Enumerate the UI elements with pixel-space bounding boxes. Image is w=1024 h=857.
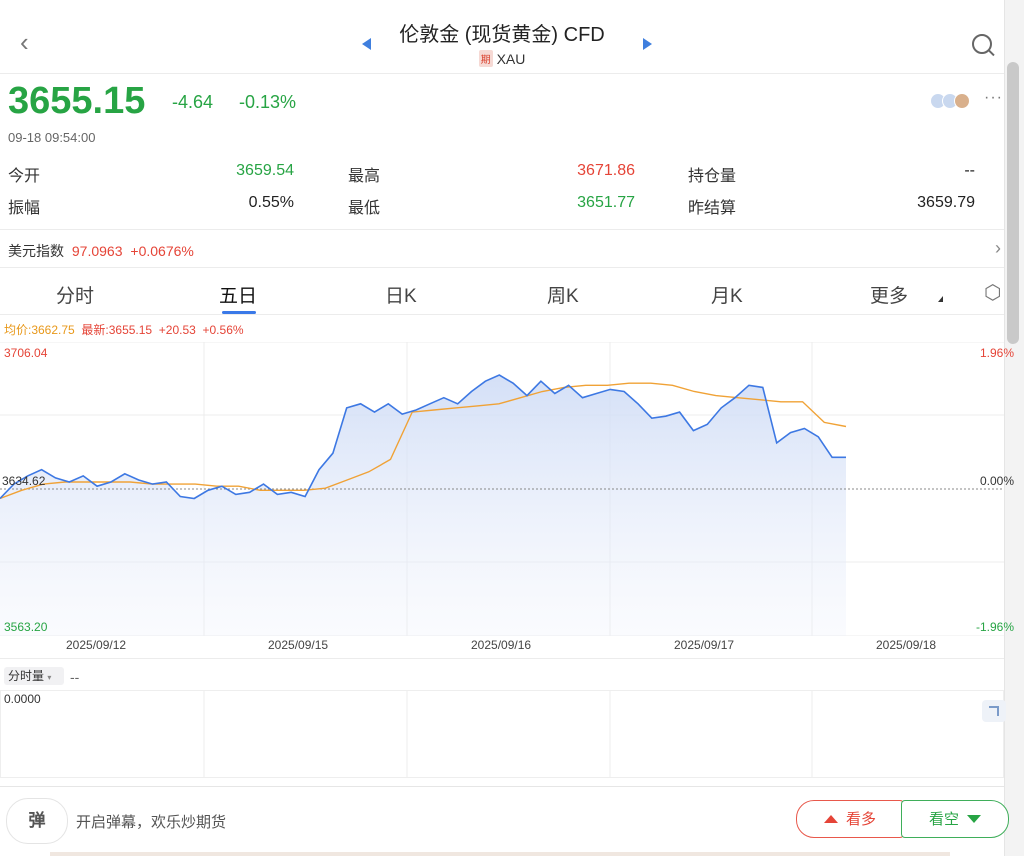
quote-time: 09-18 09:54:00 bbox=[8, 130, 96, 145]
price-chart[interactable] bbox=[0, 342, 1004, 636]
avatar-group[interactable] bbox=[930, 92, 970, 110]
latest-price: 最新:3655.15 bbox=[81, 323, 153, 337]
avatar bbox=[954, 92, 970, 109]
usd-index-row[interactable]: 美元指数 97.0963 +0.0676% bbox=[8, 241, 194, 261]
open-value: 3659.54 bbox=[236, 162, 294, 179]
tab-daily-k[interactable]: 日K bbox=[385, 281, 417, 308]
volume-label: 分时量 bbox=[8, 669, 45, 683]
low-label: 最低 bbox=[348, 200, 381, 217]
bullish-label: 看多 bbox=[845, 811, 876, 828]
instrument-symbol: XAU bbox=[496, 51, 526, 67]
divider bbox=[0, 73, 1004, 74]
usd-index-label: 美元指数 bbox=[8, 243, 64, 259]
chart-legend: 均价:3662.75 最新:3655.15 +20.53 +0.56% bbox=[4, 321, 244, 338]
y-axis-mid: 3634.62 bbox=[2, 474, 46, 488]
down-triangle-icon bbox=[967, 815, 981, 823]
x-tick-label: 2025/09/12 bbox=[66, 638, 127, 652]
dropdown-arrow-icon: ▾ bbox=[47, 673, 52, 682]
bullish-button[interactable]: 看多 bbox=[796, 800, 904, 838]
tab-more[interactable]: 更多 bbox=[870, 281, 908, 308]
x-tick-label: 2025/09/18 bbox=[876, 638, 937, 652]
volume-value-placeholder: -- bbox=[70, 669, 80, 685]
x-tick-label: 2025/09/16 bbox=[471, 638, 532, 652]
chevron-right-icon[interactable]: › bbox=[995, 238, 1001, 259]
volume-selector[interactable]: 分时量 ▾ bbox=[4, 667, 64, 685]
y-axis-max-pct: 1.96% bbox=[979, 346, 1014, 360]
prev-settle-value: 3659.79 bbox=[917, 194, 975, 211]
amplitude-value: 0.55% bbox=[248, 194, 294, 211]
divider bbox=[0, 267, 1004, 268]
tab-monthly-k[interactable]: 月K bbox=[711, 281, 743, 308]
open-label: 今开 bbox=[8, 168, 41, 185]
danmu-hint[interactable]: 开启弹幕，欢乐炒期货 bbox=[76, 811, 226, 832]
up-triangle-icon bbox=[823, 815, 838, 823]
bearish-button[interactable]: 看空 bbox=[901, 800, 1009, 838]
high-value: 3671.86 bbox=[577, 162, 635, 179]
x-tick-label: 2025/09/15 bbox=[268, 638, 329, 652]
next-instrument-icon[interactable] bbox=[643, 38, 652, 50]
dropdown-corner-icon bbox=[938, 296, 943, 302]
futures-badge: 期 bbox=[478, 50, 493, 67]
bearish-label: 看空 bbox=[928, 811, 959, 828]
price-change: -4.64 bbox=[172, 92, 214, 112]
last-price: 3655.15 bbox=[8, 80, 146, 122]
divider bbox=[0, 658, 1004, 659]
open-interest-label: 持仓量 bbox=[688, 168, 737, 185]
open-interest-value: -- bbox=[964, 162, 975, 179]
chart-settings-icon[interactable]: ⬡ bbox=[984, 280, 1001, 305]
usd-index-change: +0.0676% bbox=[130, 243, 194, 259]
low-value: 3651.77 bbox=[577, 194, 635, 211]
tab-five-day[interactable]: 五日 bbox=[219, 281, 257, 308]
search-icon[interactable] bbox=[972, 34, 992, 54]
volume-chart bbox=[0, 690, 1004, 778]
instrument-title: 伦敦金 (现货黄金) CFD bbox=[399, 24, 605, 46]
amplitude-label: 振幅 bbox=[8, 200, 41, 217]
more-dots-icon[interactable]: ··· bbox=[984, 89, 1003, 107]
danmu-toggle-button[interactable]: 弹 bbox=[6, 798, 68, 844]
divider bbox=[0, 229, 1004, 230]
latest-change: +20.53 bbox=[158, 323, 196, 337]
price-area bbox=[0, 375, 846, 636]
latest-change-pct: +0.56% bbox=[202, 323, 244, 337]
bottom-edge bbox=[50, 852, 950, 856]
usd-index-value: 97.0963 bbox=[71, 243, 123, 259]
instrument-subtitle: 期 XAU bbox=[0, 50, 1004, 67]
price-change-pct: -0.13% bbox=[239, 92, 297, 112]
tab-intraday[interactable]: 分时 bbox=[56, 281, 94, 308]
y-axis-mid-pct: 0.00% bbox=[979, 474, 1014, 488]
scrollbar-thumb[interactable] bbox=[1007, 62, 1019, 344]
avg-price: 均价:3662.75 bbox=[4, 323, 75, 337]
y-axis-max: 3706.04 bbox=[4, 346, 48, 360]
tab-weekly-k[interactable]: 周K bbox=[547, 281, 579, 308]
expand-icon[interactable] bbox=[982, 700, 1006, 722]
prev-settle-label: 昨结算 bbox=[688, 200, 737, 217]
y-axis-min: 3563.20 bbox=[4, 620, 48, 634]
divider bbox=[0, 314, 1004, 315]
y-axis-min-pct: -1.96% bbox=[975, 620, 1014, 634]
x-tick-label: 2025/09/17 bbox=[674, 638, 735, 652]
high-label: 最高 bbox=[348, 168, 381, 185]
